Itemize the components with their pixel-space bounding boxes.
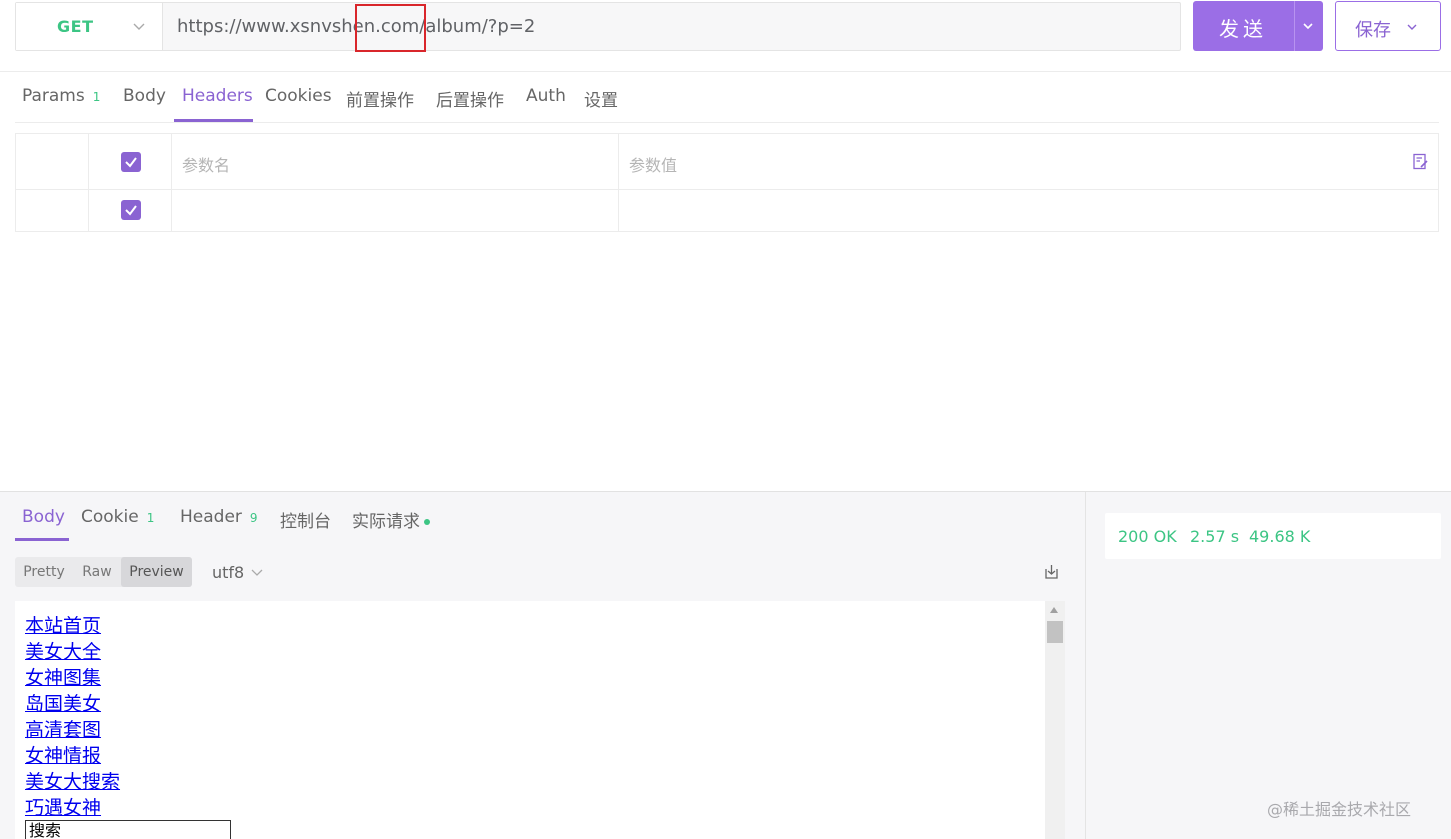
request-bar: GET https://www.xsnvshen.com/album/?p=2 … <box>0 0 1451 72</box>
scroll-up-arrow-icon[interactable] <box>1050 607 1058 613</box>
save-label: 保存 <box>1355 20 1391 41</box>
view-preview[interactable]: Preview <box>121 557 192 587</box>
view-mode-switch: Pretty Raw Preview <box>15 557 192 587</box>
chevron-down-icon[interactable] <box>1301 19 1315 33</box>
view-raw[interactable]: Raw <box>73 557 121 587</box>
response-body-panel: Body Cookie 1 Header 9 控制台 实际请求 Pretty Raw… <box>0 492 1086 839</box>
api-client-window: GET https://www.xsnvshen.com/album/?p=2 … <box>0 0 1451 839</box>
chevron-down-icon <box>1407 24 1417 30</box>
tab-response-body[interactable]: Body <box>22 507 65 527</box>
status-code: 200 OK <box>1118 527 1177 546</box>
method-label: GET <box>57 17 94 36</box>
tab-label: Header <box>180 507 242 527</box>
param-name-header: 参数名 <box>182 156 231 175</box>
check-icon <box>125 157 137 168</box>
preview-link[interactable]: 美女大全 <box>25 639 120 665</box>
encoding-select[interactable]: utf8 <box>212 563 244 582</box>
param-name-input[interactable] <box>172 190 618 231</box>
preview-scrollbar[interactable] <box>1045 601 1065 839</box>
request-tabs: Params 1 Body Headers Cookies 前置操作 后置操作 A… <box>15 72 1439 123</box>
url-input[interactable]: https://www.xsnvshen.com/album/?p=2 <box>177 16 535 37</box>
tab-post-request[interactable]: 后置操作 <box>436 86 504 111</box>
view-pretty[interactable]: Pretty <box>15 557 73 587</box>
params-count-badge: 1 <box>92 90 101 104</box>
row-checkbox[interactable] <box>121 200 141 220</box>
tab-console[interactable]: 控制台 <box>280 507 331 532</box>
scroll-thumb[interactable] <box>1047 621 1063 643</box>
tab-label: Params <box>22 86 85 106</box>
tab-params[interactable]: Params 1 <box>22 86 100 106</box>
tab-body[interactable]: Body <box>123 86 166 106</box>
table-row <box>16 190 1438 231</box>
request-url-box: GET https://www.xsnvshen.com/album/?p=2 <box>15 2 1181 51</box>
preview-link[interactable]: 女神情报 <box>25 743 120 769</box>
tab-settings[interactable]: 设置 <box>584 86 618 111</box>
table-row: 参数名 参数值 <box>16 134 1438 190</box>
response-size: 49.68 K <box>1249 527 1311 546</box>
tab-response-header[interactable]: Header 9 <box>180 507 258 527</box>
html-preview: 本站首页 美女大全 女神图集 岛国美女 高清套图 女神情报 美女大搜索 巧遇女神… <box>15 601 1065 839</box>
chevron-down-icon <box>133 23 145 30</box>
status-dot <box>424 519 430 525</box>
active-tab-indicator <box>174 119 253 122</box>
header-count-badge: 9 <box>249 511 258 525</box>
preview-link[interactable]: 高清套图 <box>25 717 120 743</box>
bulk-edit-icon[interactable] <box>1412 153 1429 170</box>
watermark: @稀土掘金技术社区 <box>1267 800 1412 819</box>
active-tab-indicator <box>15 538 69 541</box>
response-time: 2.57 s <box>1190 527 1240 546</box>
download-icon[interactable] <box>1043 563 1060 580</box>
save-button[interactable]: 保存 <box>1335 1 1441 51</box>
headers-table: 参数名 参数值 <box>15 133 1439 232</box>
preview-link-list: 本站首页 美女大全 女神图集 岛国美女 高清套图 女神情报 美女大搜索 巧遇女神 <box>25 613 120 821</box>
preview-search-input[interactable]: 搜索 <box>25 820 231 839</box>
send-label: 发送 <box>1219 17 1267 41</box>
tab-headers[interactable]: Headers <box>182 86 253 106</box>
tab-response-cookie[interactable]: Cookie 1 <box>81 507 154 527</box>
response-panel: Body Cookie 1 Header 9 控制台 实际请求 Pretty Raw… <box>0 491 1451 839</box>
preview-link[interactable]: 本站首页 <box>25 613 120 639</box>
tab-label: Cookie <box>81 507 139 527</box>
preview-link[interactable]: 巧遇女神 <box>25 795 120 821</box>
chevron-down-icon <box>251 569 263 576</box>
tab-pre-request[interactable]: 前置操作 <box>346 86 414 111</box>
send-button[interactable]: 发送 <box>1193 1 1323 51</box>
send-divider <box>1294 1 1295 51</box>
tab-label: 实际请求 <box>352 512 420 532</box>
tab-cookies[interactable]: Cookies <box>265 86 332 106</box>
cookie-count-badge: 1 <box>146 511 155 525</box>
param-value-header: 参数值 <box>629 156 678 175</box>
preview-link[interactable]: 女神图集 <box>25 665 120 691</box>
check-icon <box>125 205 137 216</box>
param-value-input[interactable] <box>619 190 1437 231</box>
preview-link[interactable]: 美女大搜索 <box>25 769 120 795</box>
tab-auth[interactable]: Auth <box>526 86 566 106</box>
select-all-checkbox[interactable] <box>121 152 141 172</box>
tab-actual-request[interactable]: 实际请求 <box>352 507 430 532</box>
preview-link[interactable]: 岛国美女 <box>25 691 120 717</box>
method-select[interactable]: GET <box>16 3 163 50</box>
response-status-card: 200 OK 2.57 s 49.68 K <box>1105 513 1441 559</box>
